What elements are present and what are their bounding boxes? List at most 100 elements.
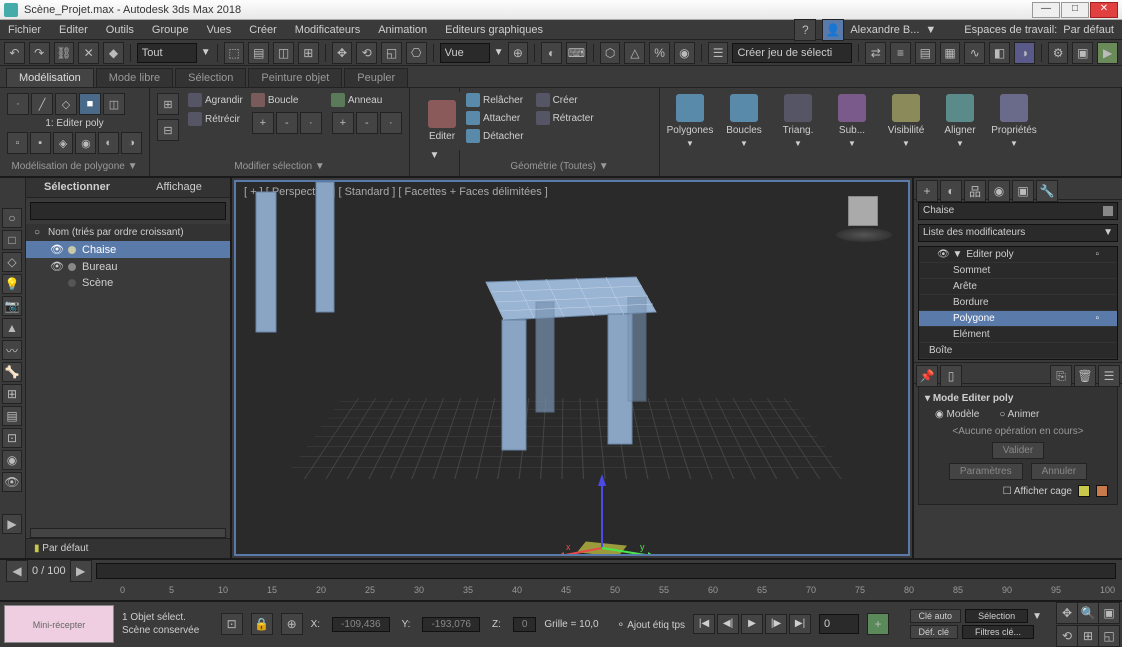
vp-zoom-icon[interactable]: 🔍: [1077, 602, 1099, 624]
vp-fov-icon[interactable]: ▣: [1098, 602, 1120, 624]
mod-sommet[interactable]: Sommet: [919, 263, 1117, 279]
percent-snap-icon[interactable]: %: [649, 42, 670, 64]
subobj-edge-icon[interactable]: ╱: [31, 93, 53, 115]
mod-editer-poly[interactable]: 👁 ▼ Editer poly▫: [919, 247, 1117, 263]
afficher-cage-checkbox[interactable]: ☐ Afficher cage: [1003, 486, 1072, 497]
se-tool-3-icon[interactable]: ◇: [2, 252, 22, 272]
menu-creer[interactable]: Créer: [249, 24, 277, 36]
ref-coord[interactable]: [440, 43, 490, 63]
annuler-button[interactable]: Annuler: [1031, 463, 1087, 480]
unlink-icon[interactable]: ✕: [78, 42, 99, 64]
sub-bigbutton[interactable]: Sub...▼: [826, 92, 878, 150]
close-button[interactable]: ✕: [1090, 2, 1118, 18]
constraint-a-icon[interactable]: ⊞: [157, 93, 179, 115]
coord-z-field[interactable]: 0: [513, 617, 537, 632]
grow-m-icon[interactable]: -: [276, 112, 298, 134]
menu-editeurs-graphiques[interactable]: Editeurs graphiques: [445, 24, 543, 36]
selection-filter[interactable]: [137, 43, 197, 63]
ring-d-icon[interactable]: ·: [380, 112, 402, 134]
cle-auto-button[interactable]: Clé auto: [910, 609, 962, 623]
poly-d-icon[interactable]: ◉: [75, 132, 96, 154]
stack-remove-icon[interactable]: 🗑: [1074, 365, 1096, 387]
valider-button[interactable]: Valider: [992, 442, 1044, 459]
cp-motion-icon[interactable]: ◉: [988, 180, 1010, 202]
radio-animer[interactable]: ○ Animer: [999, 409, 1039, 420]
move-icon[interactable]: ✥: [332, 42, 353, 64]
game-set-field[interactable]: [732, 43, 852, 63]
menu-fichier[interactable]: Fichier: [8, 24, 41, 36]
mod-polygone[interactable]: Polygone▫: [919, 311, 1117, 327]
goto-end-icon[interactable]: ▶|: [789, 614, 811, 634]
se-item-scene[interactable]: Scène: [26, 275, 230, 291]
timeline-next-icon[interactable]: ▶: [70, 560, 92, 582]
named-sel-icon[interactable]: ☰: [708, 42, 729, 64]
poly-f-icon[interactable]: ◑: [121, 132, 142, 154]
coord-x-field[interactable]: -109,436: [332, 617, 389, 632]
se-item-bureau[interactable]: 👁Bureau: [26, 258, 230, 275]
visibilite-bigbutton[interactable]: Visibilité▼: [880, 92, 932, 150]
anneau-button[interactable]: Anneau: [331, 92, 403, 108]
workspaces-value[interactable]: Par défaut: [1063, 24, 1114, 36]
next-frame-icon[interactable]: |▶: [765, 614, 787, 634]
toggle-ribbon-icon[interactable]: ▦: [940, 42, 961, 64]
timeline-prev-icon[interactable]: ◀: [6, 560, 28, 582]
ring-p-icon[interactable]: +: [332, 112, 354, 134]
stack-config-icon[interactable]: ☰: [1098, 365, 1120, 387]
detacher-button[interactable]: Détacher: [466, 128, 524, 144]
tab-mode-libre[interactable]: Mode libre: [96, 68, 173, 87]
se-hscroll[interactable]: [30, 528, 226, 538]
goto-start-icon[interactable]: |◀: [693, 614, 715, 634]
render-setup-icon[interactable]: ⚙: [1048, 42, 1069, 64]
layer-icon[interactable]: ▤: [915, 42, 936, 64]
se-tool-1-icon[interactable]: ○: [2, 208, 22, 228]
se-tool-11-icon[interactable]: ⊡: [2, 428, 22, 448]
se-tool-4-icon[interactable]: 💡: [2, 274, 22, 294]
se-tab-affichage[interactable]: Affichage: [128, 178, 230, 198]
tab-peupler[interactable]: Peupler: [344, 68, 408, 87]
timeline-scrub[interactable]: [96, 563, 1116, 579]
creer-button[interactable]: Créer: [536, 92, 594, 108]
vp-orbit-icon[interactable]: ⟲: [1056, 625, 1078, 647]
lock-icon[interactable]: 🔒: [251, 613, 273, 635]
triang-bigbutton[interactable]: Triang.▼: [772, 92, 824, 150]
stack-show-icon[interactable]: ▯: [940, 365, 962, 387]
rollout-title[interactable]: ▾ Mode Editer poly: [925, 391, 1111, 406]
select-region-icon[interactable]: ◫: [273, 42, 294, 64]
panel-poly-label[interactable]: Modélisation de polygone ▼: [6, 159, 143, 172]
cp-display-icon[interactable]: ▣: [1012, 180, 1034, 202]
cp-modify-icon[interactable]: ◐: [940, 180, 962, 202]
se-expand-icon[interactable]: ▶: [2, 514, 22, 534]
menu-modificateurs[interactable]: Modificateurs: [295, 24, 360, 36]
agrandir-button[interactable]: Agrandir: [188, 92, 243, 108]
render-frame-icon[interactable]: ▣: [1072, 42, 1093, 64]
modifier-stack[interactable]: 👁 ▼ Editer poly▫ Sommet Arête Bordure Po…: [918, 246, 1118, 360]
subobj-border-icon[interactable]: ◇: [55, 93, 77, 115]
user-icon[interactable]: 👤: [822, 19, 844, 41]
object-name-field[interactable]: Chaise: [918, 202, 1118, 220]
link-icon[interactable]: ⛓: [54, 42, 75, 64]
se-tool-9-icon[interactable]: ⊞: [2, 384, 22, 404]
se-footer[interactable]: ▮ Par défaut: [26, 538, 230, 558]
curve-editor-icon[interactable]: ∿: [964, 42, 985, 64]
key-filters-button[interactable]: Filtres clé...: [962, 625, 1034, 639]
poly-a-icon[interactable]: ▫: [7, 132, 28, 154]
ring-m-icon[interactable]: -: [356, 112, 378, 134]
bind-icon[interactable]: ◆: [103, 42, 124, 64]
grow-p-icon[interactable]: +: [252, 112, 274, 134]
snap-icon[interactable]: ⬡: [600, 42, 621, 64]
angle-snap-icon[interactable]: △: [624, 42, 645, 64]
radio-modele[interactable]: ◉ Modèle: [935, 409, 979, 420]
coord-y-field[interactable]: -193,076: [422, 617, 479, 632]
place-icon[interactable]: ⎔: [406, 42, 427, 64]
panel-modifsel-label[interactable]: Modifier sélection ▼: [156, 159, 403, 172]
schematic-icon[interactable]: ◧: [989, 42, 1010, 64]
frame-field[interactable]: [819, 614, 859, 634]
prev-frame-icon[interactable]: ◀|: [717, 614, 739, 634]
window-crossing-icon[interactable]: ⊞: [298, 42, 319, 64]
mod-boite[interactable]: Boîte: [919, 343, 1117, 359]
tab-peinture-objet[interactable]: Peinture objet: [248, 68, 342, 87]
maximize-button[interactable]: □: [1061, 2, 1089, 18]
timescale[interactable]: 0510152025303540455055606570758085909510…: [120, 582, 1122, 600]
redo-icon[interactable]: ↷: [29, 42, 50, 64]
parametres-button[interactable]: Paramètres: [949, 463, 1023, 480]
